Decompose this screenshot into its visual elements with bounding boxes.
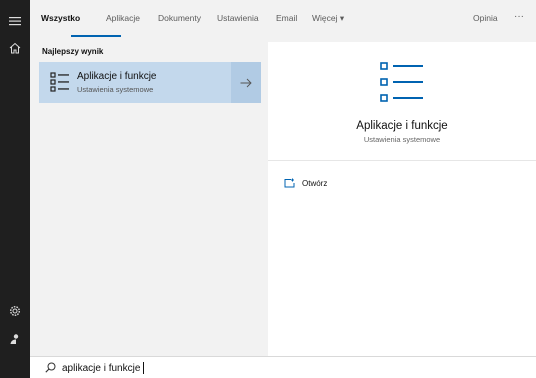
search-filter-tabs: Wszystko Aplikacje Dokumenty Ustawienia … bbox=[30, 0, 536, 42]
search-icon bbox=[45, 362, 56, 373]
more-options-button[interactable]: ··· bbox=[514, 11, 524, 22]
arrow-right-icon bbox=[240, 78, 252, 87]
open-label: Otwórz bbox=[302, 178, 328, 188]
home-button[interactable] bbox=[0, 33, 30, 63]
best-match-heading: Najlepszy wynik bbox=[42, 47, 104, 56]
preview-pane: Aplikacje i funkcje Ustawienia systemowe… bbox=[268, 42, 536, 356]
preview-title: Aplikacje i funkcje bbox=[356, 120, 448, 132]
gear-icon bbox=[9, 305, 21, 317]
tab-documents[interactable]: Dokumenty bbox=[158, 13, 201, 23]
text-caret bbox=[143, 362, 144, 374]
navigation-rail bbox=[0, 0, 30, 378]
feedback-link[interactable]: Opinia bbox=[473, 13, 498, 23]
active-tab-indicator bbox=[71, 35, 121, 37]
best-match-result[interactable]: Aplikacje i funkcje Ustawienia systemowe bbox=[39, 62, 261, 103]
result-title: Aplikacje i funkcje bbox=[77, 71, 157, 82]
settings-button[interactable] bbox=[0, 296, 30, 326]
search-input[interactable] bbox=[62, 360, 482, 376]
user-icon bbox=[10, 334, 19, 344]
tab-all[interactable]: Wszystko bbox=[41, 13, 80, 23]
tab-more[interactable]: Więcej ▾ bbox=[312, 13, 344, 24]
results-pane: Najlepszy wynik Aplikacje i funkcje Usta… bbox=[30, 42, 262, 356]
expand-preview-button[interactable] bbox=[231, 62, 261, 103]
account-button[interactable] bbox=[0, 324, 30, 354]
hamburger-menu-button[interactable] bbox=[0, 6, 30, 36]
apps-list-large-icon bbox=[380, 62, 423, 102]
open-window-icon bbox=[284, 178, 295, 188]
preview-subtitle: Ustawienia systemowe bbox=[363, 135, 441, 144]
open-action[interactable]: Otwórz bbox=[284, 176, 327, 190]
apps-list-icon bbox=[50, 72, 69, 92]
search-bar bbox=[30, 356, 536, 378]
tab-apps[interactable]: Aplikacje bbox=[106, 13, 140, 23]
hamburger-icon bbox=[9, 17, 21, 26]
home-icon bbox=[9, 42, 21, 54]
tab-settings[interactable]: Ustawienia bbox=[217, 13, 259, 23]
result-subtitle: Ustawienia systemowe bbox=[77, 85, 154, 94]
preview-divider bbox=[268, 160, 536, 161]
tab-email[interactable]: Email bbox=[276, 13, 297, 23]
